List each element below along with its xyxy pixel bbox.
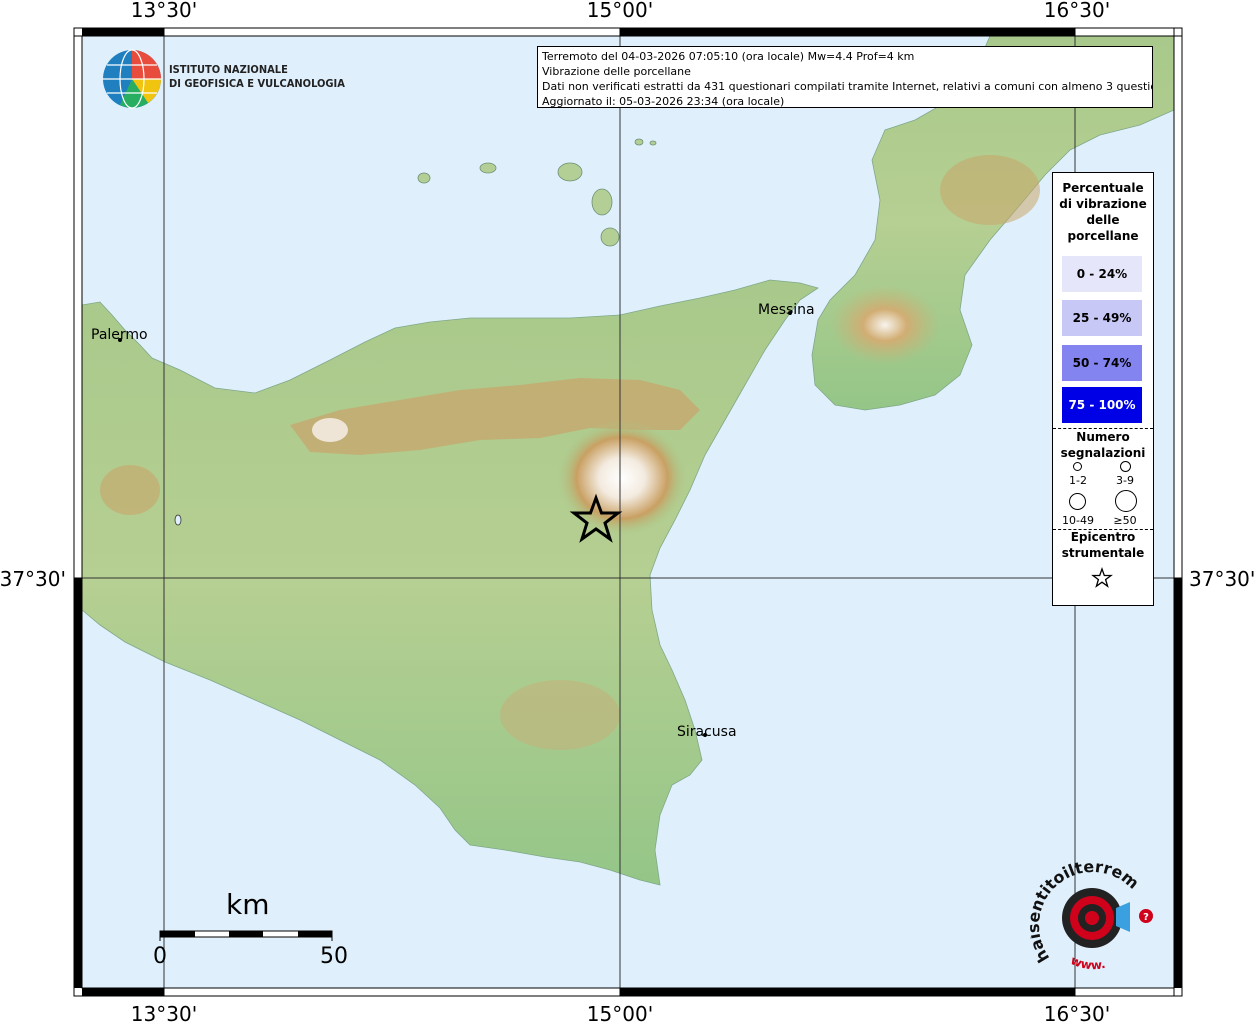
count-label-3: ≥50 (1113, 514, 1137, 527)
lon-tick-top-2: 15°00' (587, 0, 653, 22)
hyblaean-hills (500, 680, 620, 750)
lon-tick-bottom-2: 15°00' (587, 1002, 653, 1024)
lon-tick-bottom-1: 13°30' (131, 1002, 197, 1024)
lat-tick-left: 37°30' (0, 567, 66, 591)
updated-at: Aggiornato il: 05-03-2026 23:34 (ora loc… (542, 95, 785, 108)
scale-end: 50 (320, 944, 348, 969)
legend-star-icon (1091, 567, 1113, 588)
legend-panel: Percentuale di vibrazione delle porcella… (1052, 172, 1154, 606)
count-circle-small-icon (1073, 462, 1082, 471)
count-label-1: 3-9 (1116, 474, 1134, 487)
count-label-0: 1-2 (1069, 474, 1087, 487)
lat-tick-right: 37°30' (1189, 567, 1255, 591)
ingv-logo-icon[interactable] (100, 47, 164, 111)
scale-unit: km (226, 888, 270, 921)
lon-tick-top-1: 13°30' (131, 0, 197, 22)
ingv-name: ISTITUTO NAZIONALE DI GEOFISICA E VULCAN… (169, 63, 345, 91)
map-subject: Vibrazione delle porcellane (542, 65, 691, 78)
place-messina[interactable]: Messina (758, 302, 815, 318)
event-line: Terremoto del 04-03-2026 07:05:10 (ora l… (542, 50, 915, 63)
legend-title: Percentuale di vibrazione delle porcella… (1059, 181, 1147, 243)
legend-bin-1: 25 - 49% (1062, 300, 1142, 336)
madonie-peak (312, 418, 348, 442)
count-circle-medium-icon (1120, 461, 1131, 472)
count-label-2: 10-49 (1062, 514, 1094, 527)
legend-bin-3: 75 - 100% (1062, 387, 1142, 423)
aspromonte (830, 285, 940, 365)
lon-tick-bottom-3: 16°30' (1044, 1002, 1110, 1024)
count-circle-large-icon (1069, 493, 1086, 510)
legend-bin-2: 50 - 74% (1062, 345, 1142, 381)
western-hills (100, 465, 160, 515)
count-circle-xlarge-icon (1115, 490, 1137, 512)
place-siracusa[interactable]: Siracusa (677, 724, 737, 740)
place-palermo[interactable]: Palermo (91, 327, 148, 343)
count-title: Numero segnalazioni (1060, 430, 1146, 460)
haisentito-logo-icon[interactable]: haisentitoilterremoto.it www. ? (1030, 858, 1160, 978)
serre-mountains (940, 155, 1040, 225)
haisentito-logo-www: www. (1069, 953, 1107, 972)
legend-bin-0: 0 - 24% (1062, 256, 1142, 292)
svg-text:www.: www. (1069, 953, 1107, 972)
event-info-box: Terremoto del 04-03-2026 07:05:10 (ora l… (537, 46, 1153, 108)
ingv-name-line2: DI GEOFISICA E VULCANOLOGIA (169, 77, 345, 90)
lon-tick-top-3: 16°30' (1044, 0, 1110, 22)
epicenter-title: Epicentro strumentale (1061, 530, 1145, 560)
scale-start: 0 (153, 944, 167, 969)
data-note: Dati non verificati estratti da 431 ques… (542, 80, 1153, 93)
lake (174, 514, 182, 526)
ingv-name-line1: ISTITUTO NAZIONALE (169, 63, 288, 76)
etna-volcano (557, 420, 687, 536)
svg-text:?: ? (1143, 912, 1149, 923)
